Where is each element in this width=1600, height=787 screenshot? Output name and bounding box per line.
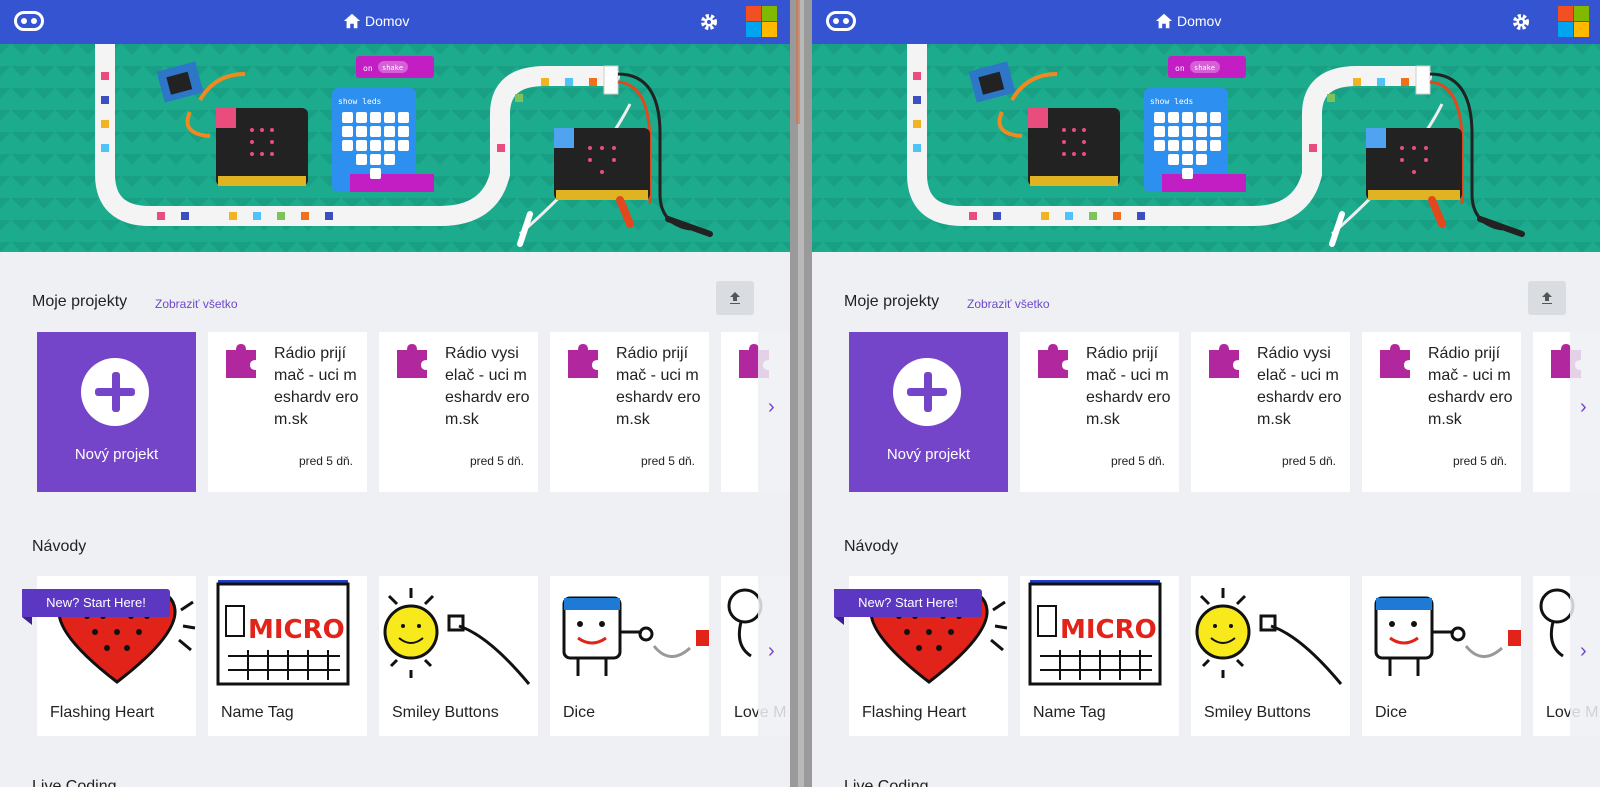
puzzle-icon — [1038, 344, 1068, 378]
new-project-card[interactable]: Nový projekt — [37, 332, 196, 492]
svg-text:MICRO: MICRO — [1060, 615, 1157, 645]
hero-event-arg: shake — [1194, 64, 1215, 72]
microsoft-logo-icon[interactable] — [746, 6, 777, 37]
plus-icon — [81, 358, 149, 426]
upload-icon — [730, 292, 740, 304]
gear-icon[interactable] — [699, 12, 719, 32]
chevron-right-icon[interactable]: › — [1580, 640, 1587, 663]
scrollbar-thumb[interactable] — [796, 0, 800, 124]
smiley-icon — [383, 588, 531, 685]
gear-icon[interactable] — [1511, 12, 1531, 32]
project-name: Rádio vysi elač - uci meshardv erom.sk — [445, 345, 530, 428]
view-all-link[interactable]: Zobraziť všetko — [155, 297, 238, 311]
name-tag-icon: MICRO — [1028, 580, 1162, 686]
puzzle-icon — [226, 344, 256, 378]
start-here-badge: New? Start Here! — [22, 589, 170, 625]
project-time: pred 5 dň. — [640, 454, 695, 468]
projects-title: Moje projekty — [844, 293, 940, 310]
import-button[interactable] — [716, 281, 754, 315]
dice-icon — [1374, 596, 1521, 676]
puzzle-icon — [568, 344, 598, 378]
project-card[interactable]: Rádio vysi elač - uci meshardv erom.sk p… — [379, 332, 538, 492]
tutorial-label: Name Tag — [221, 704, 294, 721]
project-time: pred 5 dň. — [469, 454, 524, 468]
hero-event-block: on — [363, 64, 373, 73]
hero-action-block: show leds — [338, 97, 382, 106]
home-button[interactable]: Domov — [343, 12, 409, 30]
tutorial-label: Dice — [1375, 704, 1408, 721]
hero-banner: on shake show leds — [0, 44, 790, 252]
puzzle-icon — [397, 344, 427, 378]
project-name: Rádio prijí mač - uci meshardv erom.sk — [274, 345, 359, 428]
svg-text:MICRO: MICRO — [248, 615, 345, 645]
tutorial-label: Smiley Buttons — [1204, 704, 1311, 721]
home-button[interactable]: Domov — [1155, 12, 1221, 30]
home-label: Domov — [1177, 13, 1222, 29]
project-card[interactable]: Rádio prijí mač - uci meshardv erom.sk p… — [1362, 332, 1521, 492]
tutorial-card[interactable]: Smiley Buttons — [379, 576, 538, 736]
project-card[interactable]: Rádio vysi elač - uci meshardv erom.sk p… — [1191, 332, 1350, 492]
tutorial-card[interactable]: Dice — [1362, 576, 1521, 736]
tutorial-label: Flashing Heart — [862, 704, 967, 721]
project-time: pred 5 dň. — [1452, 454, 1507, 468]
project-card[interactable]: Rádio prijí mač - uci meshardv erom.sk p… — [208, 332, 367, 492]
tutorial-label: Smiley Buttons — [392, 704, 499, 721]
view-all-link[interactable]: Zobraziť všetko — [967, 297, 1050, 311]
projects-title: Moje projekty — [32, 293, 128, 310]
project-time: pred 5 dň. — [1281, 454, 1336, 468]
split-view: Domov on shake show leds Moje projekty Z… — [0, 0, 1600, 787]
tutorial-card[interactable]: MICRO Name Tag — [208, 576, 367, 736]
top-bar: Domov — [0, 0, 790, 44]
project-time: pred 5 dň. — [298, 454, 353, 468]
tutorial-label: Dice — [563, 704, 596, 721]
live-coding-title: Live Coding — [32, 778, 117, 787]
home-label: Domov — [365, 13, 410, 29]
name-tag-icon: MICRO — [216, 580, 350, 686]
hero-action-block: show leds — [1150, 97, 1194, 106]
tutorial-card[interactable]: Smiley Buttons — [1191, 576, 1350, 736]
chevron-right-icon[interactable]: › — [768, 396, 775, 419]
project-card[interactable]: Rádio prijí mač - uci meshardv erom.sk p… — [1020, 332, 1179, 492]
project-name: Rádio prijí mač - uci meshardv erom.sk — [616, 345, 701, 428]
tutorial-card[interactable]: MICRO Name Tag — [1020, 576, 1179, 736]
new-project-card[interactable]: Nový projekt — [849, 332, 1008, 492]
tutorials-title: Návody — [32, 538, 87, 555]
import-button[interactable] — [1528, 281, 1566, 315]
hero-banner: on shake show leds — [812, 44, 1600, 252]
pane-divider[interactable] — [790, 0, 812, 787]
microbit-logo-icon[interactable] — [14, 11, 44, 31]
tutorial-label: Name Tag — [1033, 704, 1106, 721]
puzzle-icon — [1380, 344, 1410, 378]
microsoft-logo-icon[interactable] — [1558, 6, 1589, 37]
project-time: pred 5 dň. — [1110, 454, 1165, 468]
project-card[interactable]: Rádio prijí mač - uci meshardv erom.sk p… — [550, 332, 709, 492]
hero-event-arg: shake — [382, 64, 403, 72]
home-icon — [1155, 13, 1173, 29]
tutorials-title: Návody — [844, 538, 899, 555]
puzzle-icon — [1209, 344, 1239, 378]
live-coding-title: Live Coding — [844, 778, 929, 787]
project-name: Rádio prijí mač - uci meshardv erom.sk — [1428, 345, 1513, 428]
tutorial-card[interactable]: Dice — [550, 576, 709, 736]
editor-pane-right: Domov on shake show leds Moje projekty Z… — [812, 0, 1600, 787]
home-icon — [343, 13, 361, 29]
new-project-label: Nový projekt — [886, 446, 971, 463]
top-bar: Domov — [812, 0, 1600, 44]
microbit-logo-icon[interactable] — [826, 11, 856, 31]
editor-pane-left: Domov on shake show leds Moje projekty Z… — [0, 0, 790, 787]
project-name: Rádio vysi elač - uci meshardv erom.sk — [1257, 345, 1342, 428]
plus-icon — [893, 358, 961, 426]
upload-icon — [1542, 292, 1552, 304]
project-name: Rádio prijí mač - uci meshardv erom.sk — [1086, 345, 1171, 428]
start-here-badge: New? Start Here! — [834, 589, 982, 625]
chevron-right-icon[interactable]: › — [1580, 396, 1587, 419]
dice-icon — [562, 596, 709, 676]
tutorial-label: Flashing Heart — [50, 704, 155, 721]
hero-event-block: on — [1175, 64, 1185, 73]
chevron-right-icon[interactable]: › — [768, 640, 775, 663]
smiley-icon — [1195, 588, 1343, 685]
new-project-label: Nový projekt — [74, 446, 159, 463]
